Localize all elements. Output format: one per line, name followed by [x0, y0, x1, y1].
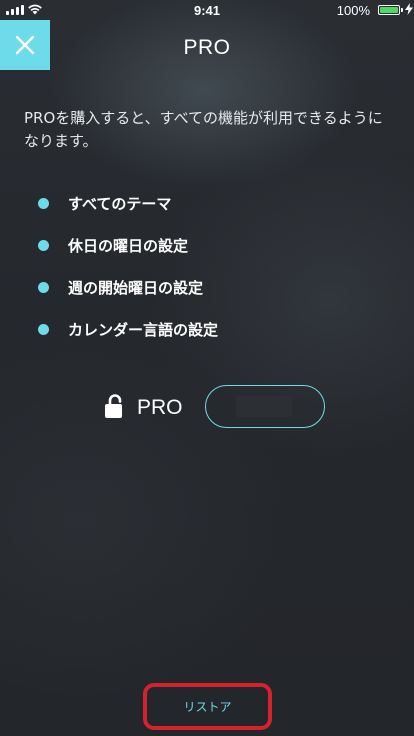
- feature-item-themes: すべてのテーマ: [38, 182, 218, 224]
- feature-label: すべてのテーマ: [68, 194, 172, 213]
- page-title: PRO: [183, 36, 231, 59]
- feature-label: カレンダー言語の設定: [68, 320, 219, 339]
- feature-item-week-start: 週の開始曜日の設定: [38, 266, 218, 308]
- status-bar: 9:41 100%: [0, 0, 414, 20]
- battery-percent: 100%: [336, 3, 370, 18]
- feature-label: 週の開始曜日の設定: [68, 278, 204, 297]
- battery-icon: [378, 5, 400, 15]
- charging-bolt-icon: [405, 3, 413, 15]
- feature-label: 休日の曜日の設定: [68, 236, 189, 255]
- bullet-icon: [38, 197, 49, 209]
- bullet-icon: [38, 239, 49, 251]
- purchase-button[interactable]: [205, 385, 325, 428]
- price-placeholder: [236, 396, 292, 417]
- pro-label: PRO: [137, 396, 183, 419]
- battery-level: [380, 7, 398, 13]
- feature-item-calendar-language: カレンダー言語の設定: [38, 308, 218, 350]
- pro-description: PROを購入すると、すべての機能が利用できるようになります。: [24, 109, 383, 150]
- restore-button[interactable]: リストア: [143, 683, 272, 730]
- bullet-icon: [38, 281, 49, 293]
- feature-item-holidays: 休日の曜日の設定: [38, 224, 218, 266]
- unlocked-padlock-icon: [105, 394, 122, 418]
- feature-list: すべてのテーマ 休日の曜日の設定 週の開始曜日の設定 カレンダー言語の設定: [38, 182, 218, 350]
- bullet-icon: [38, 323, 49, 335]
- battery-cap: [401, 8, 403, 12]
